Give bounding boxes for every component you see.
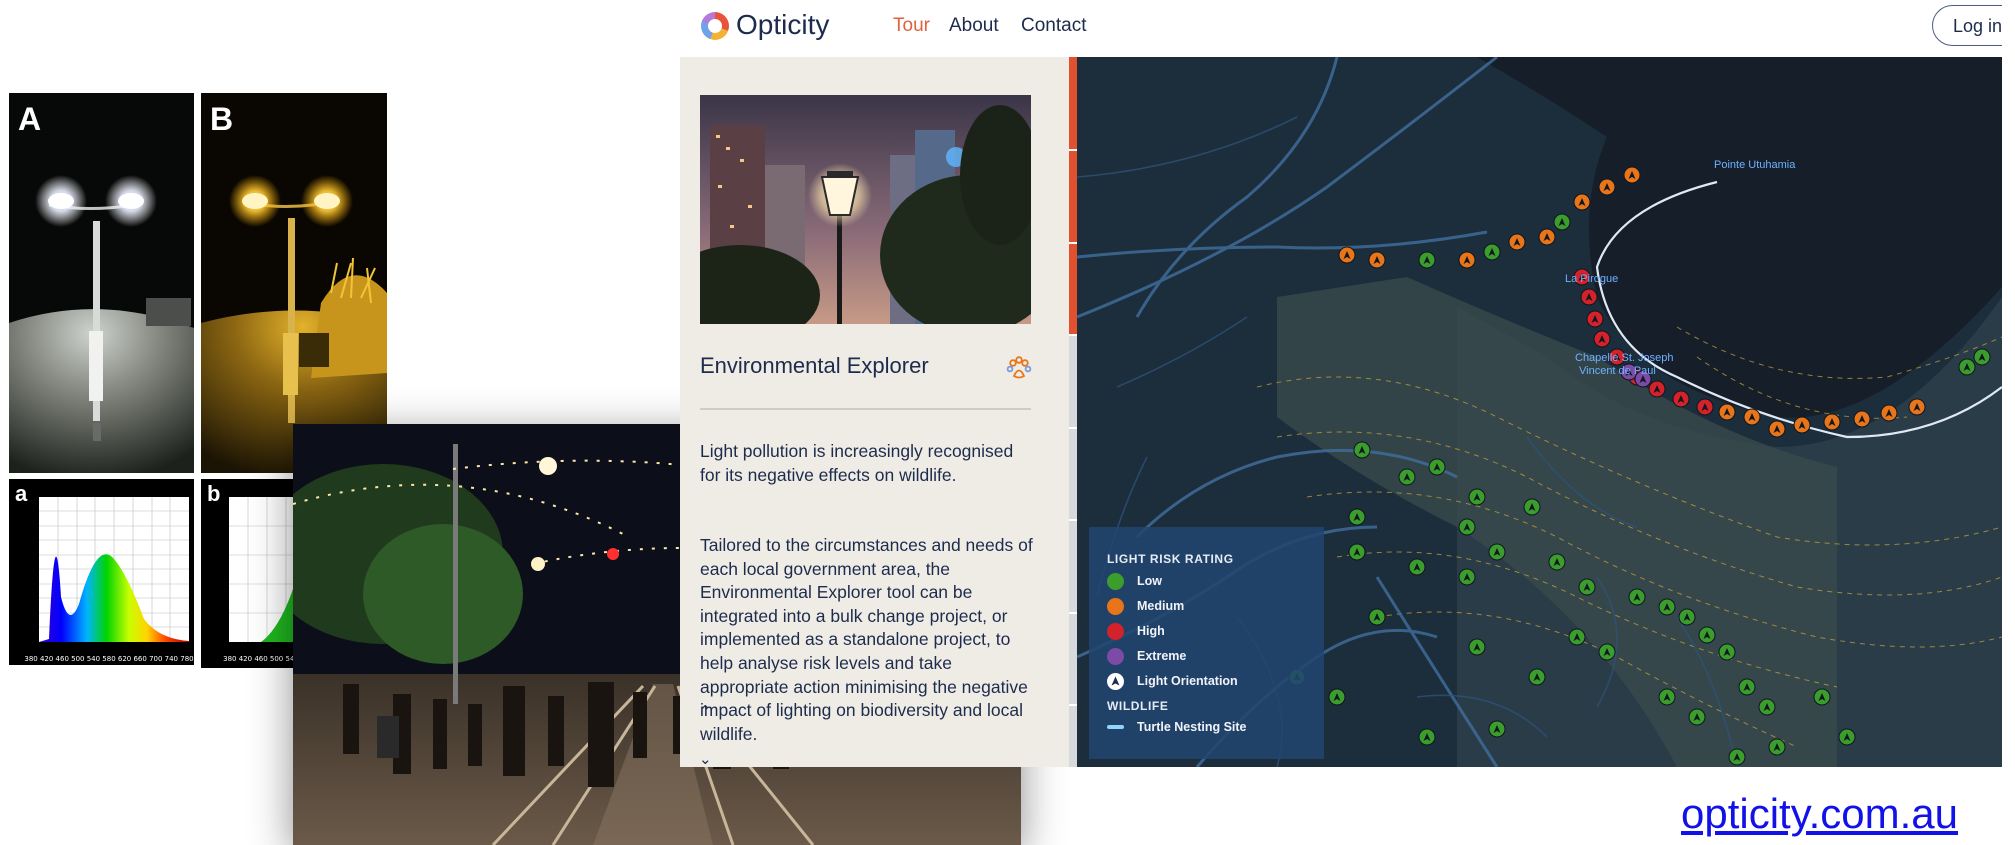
rail-tick [1069,334,1077,336]
panel-paragraph-1: Light pollution is increasingly recognis… [700,441,1014,485]
city-lamp-photo [700,95,1031,324]
city-streetlight-image [700,95,1031,324]
nav-about[interactable]: About [949,15,999,37]
nav-tour[interactable]: Tour [893,15,930,37]
legend-wildlife-heading: WILDLIFE [1107,699,1169,713]
light-risk-map[interactable]: Pointe Utuhamia La Pirogue Chapelle St. … [1077,57,2002,767]
photo-panel-a: A [9,93,194,473]
paw-icon [1006,356,1032,379]
scroll-down-icon[interactable]: ⌄ [699,750,712,767]
rail-tick [1069,242,1077,244]
photo-b-label: B [210,101,234,137]
opticity-app-window: Opticity Tour About Contact Log in Envir… [680,0,2002,767]
white-led-streetlight-photo [9,93,194,473]
scroll-up-icon[interactable]: ⌃ [699,702,712,720]
opticity-logo-icon[interactable] [701,12,729,40]
photo-panel-b: B [201,93,387,473]
rail-tick [1069,149,1077,151]
photo-a-label: A [18,101,42,137]
low-risk-dot-icon [1107,573,1124,590]
rail-tick [1069,612,1077,614]
login-button[interactable]: Log in [1932,5,2002,46]
spectrum-a-label: a [15,481,28,506]
tour-progress-indicator [1069,57,1077,334]
rail-tick [1069,427,1077,429]
white-led-spectrum-graph: 380 420 460 500 540 580 620 660 700 740 … [9,479,194,665]
panel-divider [700,408,1031,410]
tour-step-rail[interactable] [1069,57,1077,767]
app-header: Opticity Tour About Contact Log in [680,0,2002,57]
tour-side-panel: Environmental Explorer Light pollution i… [680,57,1069,767]
svg-text:380 420 460 500 540: 380 420 460 500 540 [223,655,293,663]
light-orientation-icon [1107,673,1124,690]
amber-led-streetlight-photo [201,93,387,473]
spectrum-panel-a: 380 420 460 500 540 580 620 660 700 740 … [9,479,194,665]
extreme-risk-dot-icon [1107,648,1124,665]
place-label: Pointe Utuhamia [1714,159,1796,171]
amber-led-spectrum-graph: 380 420 460 500 540 [201,479,293,668]
spectrum-panel-b: 380 420 460 500 540 b [201,479,293,668]
rail-tick [1069,704,1077,706]
place-label: La Pirogue [1565,273,1619,285]
medium-risk-dot-icon [1107,598,1124,615]
nav-contact[interactable]: Contact [1021,15,1086,37]
map-legend: LIGHT RISK RATING Low Medium High Extrem… [1089,527,1324,759]
high-risk-dot-icon [1107,623,1124,640]
legend-risk-heading: LIGHT RISK RATING [1107,552,1234,566]
opticity-logo-text[interactable]: Opticity [736,9,829,41]
rail-tick [1069,519,1077,521]
turtle-nesting-line-icon [1107,725,1124,729]
place-label: Chapelle St. Joseph [1575,352,1674,364]
panel-title: Environmental Explorer [700,353,929,378]
panel-paragraph-2: Tailored to the circumstances and needs … [700,535,1033,744]
svg-text:380 420 460 500 540 580 620 66: 380 420 460 500 540 580 620 660 700 740 … [24,655,193,663]
spectrum-b-label: b [207,481,221,506]
place-label: Vincent de Paul [1579,365,1656,377]
opticity-website-link[interactable]: opticity.com.au [1681,790,1958,838]
